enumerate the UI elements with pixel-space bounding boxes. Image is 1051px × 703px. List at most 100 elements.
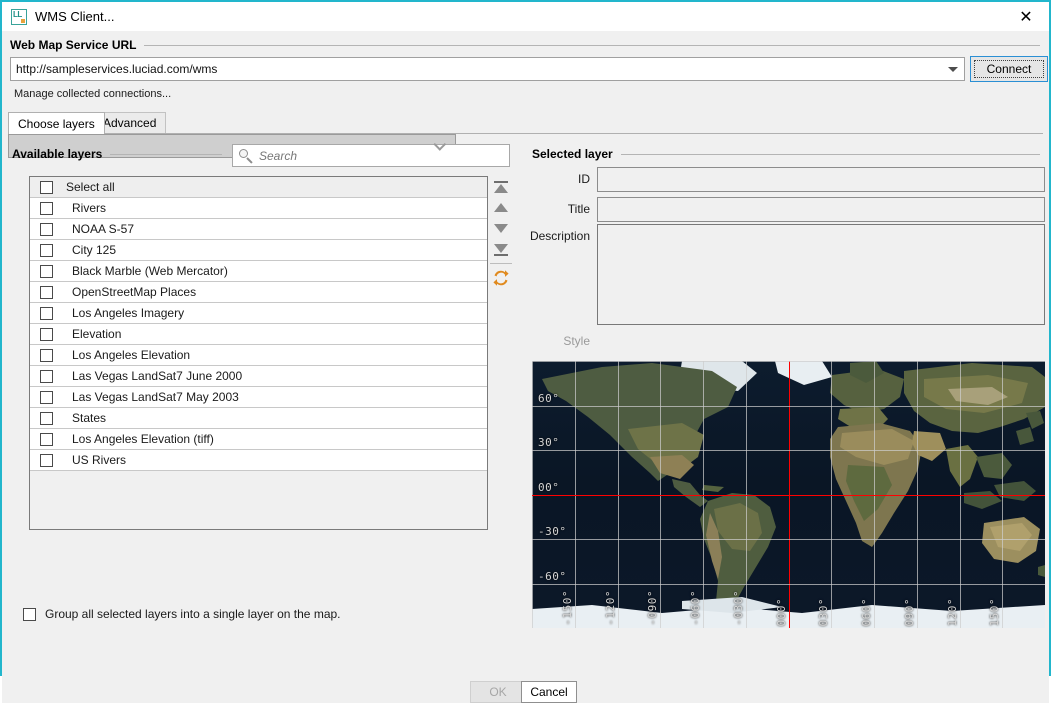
connect-button[interactable]: Connect bbox=[970, 56, 1048, 82]
window-title: WMS Client... bbox=[35, 9, 115, 24]
available-layers-section-label: Available layers bbox=[12, 147, 222, 161]
longitude-label: -090° bbox=[646, 590, 660, 626]
web-map-service-url-section-label: Web Map Service URL bbox=[10, 38, 1040, 52]
selected-layer-section-label: Selected layer bbox=[532, 147, 1040, 161]
layer-row[interactable]: US Rivers bbox=[30, 450, 487, 471]
layer-row[interactable]: Rivers bbox=[30, 198, 487, 219]
section-rule bbox=[110, 153, 222, 155]
latitude-label: 60° bbox=[538, 391, 560, 405]
ok-button[interactable]: OK bbox=[470, 681, 526, 703]
layer-label: States bbox=[72, 411, 107, 425]
layer-checkbox[interactable] bbox=[40, 180, 53, 194]
connect-button-label: Connect bbox=[974, 60, 1044, 78]
tab-choose-layers[interactable]: Choose layers bbox=[8, 112, 105, 134]
layer-row[interactable]: Las Vegas LandSat7 June 2000 bbox=[30, 366, 487, 387]
layer-row[interactable]: Black Marble (Web Mercator) bbox=[30, 261, 487, 282]
latitude-gridline bbox=[532, 539, 1045, 540]
manage-connections-link[interactable]: Manage collected connections... bbox=[14, 88, 171, 100]
layer-checkbox[interactable] bbox=[40, 201, 53, 215]
layer-checkbox[interactable] bbox=[40, 432, 53, 446]
layer-checkbox[interactable] bbox=[40, 327, 53, 341]
choose-layers-panel: Available layers Select all Rivers NOAA S-… bbox=[8, 133, 1045, 640]
group-layers-checkbox-label: Group all selected layers into a single … bbox=[45, 607, 341, 621]
section-title-text: Selected layer bbox=[532, 147, 613, 161]
title-field[interactable] bbox=[597, 197, 1045, 222]
id-field[interactable] bbox=[597, 167, 1045, 192]
layer-row[interactable]: NOAA S-57 bbox=[30, 219, 487, 240]
layer-label: Select all bbox=[66, 180, 115, 194]
layer-label: Las Vegas LandSat7 June 2000 bbox=[72, 369, 243, 383]
layer-row[interactable]: Los Angeles Elevation (tiff) bbox=[30, 429, 487, 450]
layer-checkbox[interactable] bbox=[40, 411, 53, 425]
move-to-top-icon[interactable] bbox=[489, 176, 513, 197]
chevron-down-icon[interactable] bbox=[942, 58, 964, 80]
refresh-icon[interactable] bbox=[489, 267, 513, 288]
longitude-label: 120° bbox=[945, 597, 959, 627]
layer-row[interactable]: City 125 bbox=[30, 240, 487, 261]
service-url-value[interactable]: http://sampleservices.luciad.com/wms bbox=[11, 62, 942, 76]
layer-label: US Rivers bbox=[72, 453, 127, 467]
latitude-label: -60° bbox=[538, 569, 567, 583]
service-url-combobox[interactable]: http://sampleservices.luciad.com/wms bbox=[10, 57, 965, 81]
layer-checkbox[interactable] bbox=[40, 243, 53, 257]
layer-checkbox[interactable] bbox=[40, 369, 53, 383]
search-box[interactable] bbox=[232, 144, 510, 167]
move-down-icon[interactable] bbox=[489, 218, 513, 239]
layer-checkbox[interactable] bbox=[40, 453, 53, 467]
map-preview[interactable]: 60° 30° 00° -30° -60° -150° -120° -090° -060° -03… bbox=[532, 361, 1045, 628]
latitude-label: 00° bbox=[538, 480, 560, 494]
layer-checkbox[interactable] bbox=[40, 306, 53, 320]
move-to-bottom-icon[interactable] bbox=[489, 239, 513, 260]
latitude-gridline bbox=[532, 583, 1045, 585]
latitude-gridline bbox=[532, 405, 1045, 407]
available-layers-list[interactable]: Select all Rivers NOAA S-57 City 125 Black M… bbox=[29, 176, 488, 530]
layer-row[interactable]: OpenStreetMap Places bbox=[30, 282, 487, 303]
layer-label: Elevation bbox=[72, 327, 122, 341]
longitude-label: 030° bbox=[817, 597, 831, 627]
longitude-label: 150° bbox=[988, 597, 1002, 627]
id-field-label: ID bbox=[578, 172, 590, 186]
layer-order-toolbar bbox=[489, 176, 513, 436]
layer-label: NOAA S-57 bbox=[72, 222, 135, 236]
cancel-button[interactable]: Cancel bbox=[521, 681, 577, 703]
tab-advanced-label: Advanced bbox=[103, 116, 157, 130]
move-up-icon[interactable] bbox=[489, 197, 513, 218]
checkbox-box[interactable] bbox=[23, 607, 36, 621]
luciad-ll-icon bbox=[11, 8, 27, 25]
longitude-label: 000° bbox=[774, 597, 788, 627]
latitude-gridline bbox=[532, 361, 1045, 362]
section-rule bbox=[620, 153, 1040, 155]
description-field[interactable] bbox=[597, 224, 1045, 325]
tab-strip: Choose layers Advanced bbox=[8, 112, 1043, 134]
layer-label: Black Marble (Web Mercator) bbox=[72, 264, 228, 278]
layer-label: Los Angeles Elevation (tiff) bbox=[72, 432, 214, 446]
layer-checkbox[interactable] bbox=[40, 390, 53, 404]
layer-row-select-all[interactable]: Select all bbox=[30, 177, 487, 198]
group-layers-checkbox[interactable]: Group all selected layers into a single … bbox=[23, 607, 341, 621]
layer-row[interactable]: Los Angeles Imagery bbox=[30, 303, 487, 324]
layer-row[interactable]: Elevation bbox=[30, 324, 487, 345]
layer-row[interactable]: States bbox=[30, 408, 487, 429]
section-title-text: Available layers bbox=[12, 147, 103, 161]
layer-checkbox[interactable] bbox=[40, 264, 53, 278]
latitude-label: 30° bbox=[538, 436, 560, 449]
search-icon bbox=[236, 146, 256, 166]
layer-label: Los Angeles Elevation bbox=[72, 348, 191, 362]
search-input[interactable] bbox=[256, 148, 509, 163]
layer-checkbox[interactable] bbox=[40, 285, 53, 299]
wms-client-dialog: WMS Client... ✕ Web Map Service URL http… bbox=[0, 0, 1051, 703]
longitude-label: -120° bbox=[603, 590, 617, 626]
layer-row[interactable]: Los Angeles Elevation bbox=[30, 345, 487, 366]
dialog-content: Web Map Service URL http://sampleservice… bbox=[2, 31, 1049, 703]
layer-row[interactable]: Las Vegas LandSat7 May 2003 bbox=[30, 387, 487, 408]
longitude-label: 060° bbox=[860, 597, 873, 627]
close-icon[interactable]: ✕ bbox=[1003, 2, 1049, 31]
layer-checkbox[interactable] bbox=[40, 222, 53, 236]
title-field-label: Title bbox=[567, 202, 590, 216]
title-bar: WMS Client... ✕ bbox=[2, 2, 1049, 31]
longitude-label: -030° bbox=[731, 590, 745, 626]
longitude-label: 090° bbox=[902, 597, 916, 627]
description-field-label: Description bbox=[529, 229, 590, 243]
longitude-label: -060° bbox=[689, 590, 702, 626]
layer-checkbox[interactable] bbox=[40, 348, 53, 362]
